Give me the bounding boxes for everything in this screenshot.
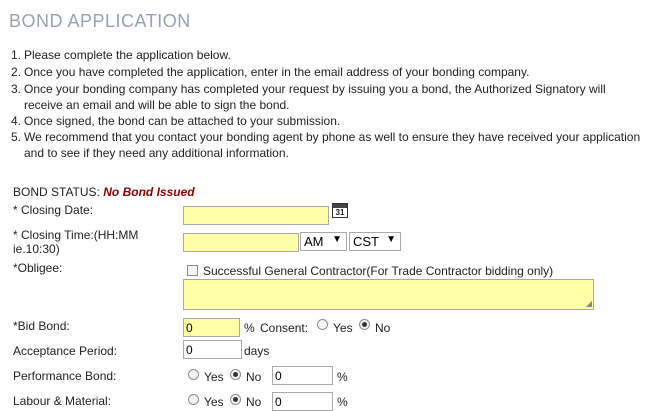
acceptance-period-unit: days bbox=[244, 344, 270, 358]
performance-bond-label: Performance Bond: bbox=[13, 369, 117, 383]
obligee-label: *Obligee: bbox=[13, 261, 63, 275]
closing-time-input[interactable] bbox=[183, 233, 299, 252]
chevron-down-icon: ▼ bbox=[386, 234, 396, 245]
acceptance-period-input[interactable] bbox=[183, 340, 242, 359]
instruction-number: 2. bbox=[11, 65, 22, 79]
calendar-number: 31 bbox=[335, 208, 345, 217]
instruction-text: Once signed, the bond can be attached to… bbox=[24, 114, 341, 128]
acceptance-period-label: Acceptance Period: bbox=[13, 344, 118, 358]
bid-bond-percent: % bbox=[244, 321, 255, 335]
bond-status-value: No Bond Issued bbox=[103, 185, 195, 199]
closing-date-label: * Closing Date: bbox=[13, 203, 94, 217]
labour-no-radio[interactable] bbox=[230, 394, 241, 405]
labour-material-label: Labour & Material: bbox=[13, 394, 112, 408]
instruction-item: 3. Once your bonding company has complete… bbox=[11, 81, 606, 113]
instruction-number: 4. bbox=[11, 114, 22, 128]
instruction-item: 5. We recommend that you contact your bon… bbox=[11, 129, 640, 161]
bond-status: BOND STATUS: No Bond Issued bbox=[13, 185, 195, 199]
performance-yes-radio[interactable] bbox=[188, 369, 199, 380]
instruction-item: 1. Please complete the application below. bbox=[11, 47, 231, 63]
instruction-text: Once your bonding company has completed … bbox=[24, 82, 606, 96]
ampm-select[interactable]: AM ▼ bbox=[300, 232, 347, 251]
calendar-icon[interactable]: 31 bbox=[332, 203, 348, 218]
instruction-item: 2. Once you have completed the applicatio… bbox=[11, 64, 529, 80]
labour-no-label: No bbox=[246, 395, 262, 409]
labour-material-percent: % bbox=[337, 395, 348, 409]
instruction-number: 5. bbox=[11, 130, 22, 144]
instruction-number: 3. bbox=[11, 82, 22, 96]
performance-yes-label: Yes bbox=[204, 370, 224, 384]
instruction-number: 1. bbox=[11, 48, 22, 62]
labour-yes-label: Yes bbox=[204, 395, 224, 409]
bid-bond-input[interactable] bbox=[183, 318, 240, 337]
instruction-text: Please complete the application below. bbox=[24, 48, 231, 62]
chevron-down-icon: ▼ bbox=[332, 234, 342, 245]
bid-bond-label: *Bid Bond: bbox=[13, 319, 70, 333]
performance-bond-percent: % bbox=[337, 370, 348, 384]
consent-label: Consent: bbox=[260, 321, 309, 335]
performance-no-label: No bbox=[246, 370, 262, 384]
instruction-text: Once you have completed the application,… bbox=[24, 65, 530, 79]
performance-bond-input[interactable] bbox=[272, 366, 333, 385]
consent-yes-radio[interactable] bbox=[317, 319, 328, 330]
timezone-select[interactable]: CST ▼ bbox=[349, 232, 401, 251]
general-contractor-checkbox[interactable] bbox=[187, 265, 198, 276]
instruction-continuation: and to see if they need any additional i… bbox=[24, 146, 289, 160]
page-title: BOND APPLICATION bbox=[9, 11, 191, 31]
labour-material-input[interactable] bbox=[272, 392, 333, 411]
obligee-textarea[interactable]: ◢ bbox=[183, 279, 594, 310]
closing-time-label: * Closing Time:(HH:MM ie.10:30) bbox=[13, 228, 139, 256]
instruction-text: We recommend that you contact your bondi… bbox=[24, 130, 641, 144]
consent-yes-label: Yes bbox=[333, 321, 353, 335]
performance-no-radio[interactable] bbox=[230, 369, 241, 380]
consent-no-label: No bbox=[375, 321, 391, 335]
consent-no-radio[interactable] bbox=[359, 319, 370, 330]
closing-date-input[interactable] bbox=[183, 206, 329, 225]
resize-handle-icon[interactable]: ◢ bbox=[586, 300, 592, 308]
instruction-item: 4. Once signed, the bond can be attached … bbox=[11, 113, 340, 129]
labour-yes-radio[interactable] bbox=[188, 394, 199, 405]
instruction-continuation: receive an email and will be able to sig… bbox=[24, 98, 290, 112]
general-contractor-label: Successful General Contractor(For Trade … bbox=[203, 264, 554, 278]
bond-status-label: BOND STATUS: bbox=[13, 185, 100, 199]
